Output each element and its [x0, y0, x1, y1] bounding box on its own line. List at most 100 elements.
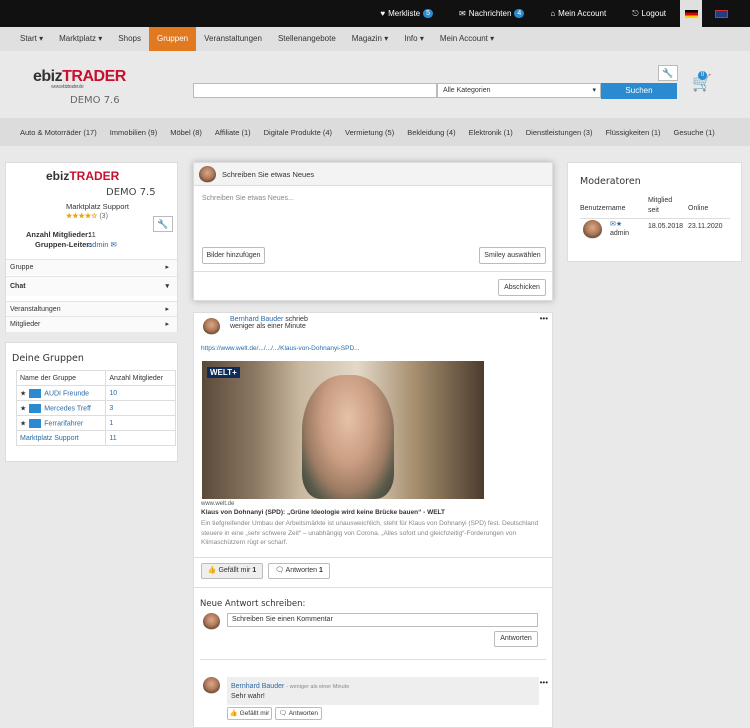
thumbs-up-icon: 👍	[229, 710, 238, 717]
section-veranstaltungen[interactable]: Veranstaltungen ▸	[6, 301, 177, 317]
group-link[interactable]: Ferrarifahrer	[44, 420, 83, 427]
my-groups-title: Deine Gruppen	[12, 353, 84, 364]
category-item[interactable]: Affiliate (1)	[215, 128, 251, 137]
group-link[interactable]: Marktplatz Support	[20, 435, 79, 442]
leader-link[interactable]: admin ✉	[88, 240, 117, 249]
comment-like-button[interactable]: 👍 Gefällt mir	[227, 707, 272, 720]
group-link[interactable]: AUDI Freunde	[44, 390, 89, 397]
watchlist-count: 5	[423, 9, 434, 18]
post-source: www.welt.de	[201, 501, 235, 507]
top-bar: ♥ Merkliste 5 ✉ Nachrichten 4 ⌂ Mein Account …	[0, 0, 750, 27]
logout-link[interactable]: ⎋ Logout	[632, 9, 666, 19]
composer-textarea[interactable]: Schreiben Sie etwas Neues...	[202, 195, 542, 240]
edit-icon[interactable]	[29, 403, 42, 413]
nav-magazin[interactable]: Magazin ▾	[344, 27, 396, 51]
table-row: ★ Mercedes Treff 3	[15, 400, 176, 416]
edit-icon[interactable]	[29, 388, 42, 398]
category-item[interactable]: Auto & Motorräder (17)	[20, 128, 97, 137]
star-icon[interactable]: ★	[20, 405, 26, 412]
table-row: Marktplatz Support 11	[15, 430, 176, 446]
smiley-button[interactable]: Smiley auswählen	[479, 247, 546, 264]
section-gruppe[interactable]: Gruppe ▸	[6, 259, 177, 275]
avatar	[199, 166, 216, 183]
german-flag-button[interactable]	[680, 0, 702, 27]
post-text: Ein tiefgreifender Umbau der Arbeitsmärk…	[201, 520, 539, 546]
like-button[interactable]: 👍 Gefällt mir 1	[201, 563, 263, 579]
group-demo-label: DEMO 7.5	[106, 187, 156, 198]
category-item[interactable]: Flüssigkeiten (1)	[605, 128, 660, 137]
divider	[194, 557, 552, 558]
nav-shops[interactable]: Shops	[110, 27, 149, 51]
comment-bubble: Bernhard Bauder - weniger als einer Minu…	[227, 677, 539, 705]
leader-label: Gruppen-Leiter:	[35, 240, 92, 249]
category-item[interactable]: Möbel (8)	[170, 128, 202, 137]
reply-button[interactable]: Antworten	[494, 631, 538, 647]
nav-info[interactable]: Info ▾	[396, 27, 432, 51]
moderator-link[interactable]: admin	[610, 230, 629, 237]
site-header: ebizTRADER www.ebiztrader.de DEMO 7.6 All…	[0, 51, 750, 118]
section-mitglieder[interactable]: Mitglieder ▸	[6, 316, 177, 332]
chevron-right-icon: ▸	[165, 264, 169, 271]
nav-gruppen[interactable]: Gruppen	[148, 27, 197, 51]
comment-answers-button[interactable]: 🗨 Antworten	[275, 707, 322, 720]
category-item[interactable]: Immobilien (9)	[110, 128, 158, 137]
portrait	[302, 375, 394, 499]
category-select[interactable]: Alle Kategorien ▾	[437, 83, 601, 98]
group-link[interactable]: Mercedes Treff	[44, 405, 91, 412]
post-composer: Schreiben Sie etwas Neues Schreiben Sie …	[193, 162, 553, 301]
wrench-icon[interactable]: 🔧	[658, 65, 678, 81]
english-flag-button[interactable]	[710, 0, 732, 27]
divider	[194, 587, 552, 588]
my-account-link[interactable]: ⌂ Mein Account	[550, 9, 606, 18]
messages-link[interactable]: ✉ Nachrichten 4	[459, 9, 525, 18]
post-title[interactable]: Klaus von Dohnanyi (SPD): „Grüne Ideolog…	[201, 509, 445, 516]
divider	[200, 659, 546, 660]
edit-icon[interactable]	[29, 418, 42, 428]
envelope-icon[interactable]: ✉★	[610, 220, 622, 228]
send-button[interactable]: Abschicken	[498, 279, 546, 296]
chevron-right-icon: ▸	[165, 321, 169, 328]
author-link[interactable]: Bernhard Bauder	[231, 683, 284, 690]
search-input[interactable]	[193, 83, 437, 98]
star-icon[interactable]: ★	[20, 390, 26, 397]
envelope-icon: ✉	[459, 9, 466, 18]
heart-icon: ♥	[380, 9, 386, 18]
post-link[interactable]: https://www.welt.de/.../.../.../Klaus-vo…	[201, 345, 360, 352]
comment-input[interactable]: Schreiben Sie einen Kommentar	[227, 613, 538, 627]
group-info-panel: ebizTRADER DEMO 7.5 Marktplatz Support ★…	[5, 162, 178, 332]
avatar	[203, 677, 220, 694]
more-icon[interactable]: •••	[540, 314, 548, 323]
nav-stellenangebote[interactable]: Stellenangebote	[270, 27, 344, 51]
watchlist-link[interactable]: ♥ Merkliste 5	[380, 9, 434, 18]
site-logo[interactable]: ebizTRADER www.ebiztrader.de	[33, 68, 126, 90]
add-images-button[interactable]: Bilder hinzufügen	[202, 247, 265, 264]
answers-button[interactable]: 🗨 Antworten 1	[268, 563, 330, 579]
members-count: 11	[88, 230, 96, 239]
category-item[interactable]: Bekleidung (4)	[407, 128, 455, 137]
author-link[interactable]: Bernhard Bauder	[230, 316, 283, 323]
home-icon: ⌂	[550, 9, 556, 18]
section-chat[interactable]: Chat ▾	[6, 276, 177, 296]
nav-marktplatz[interactable]: Marktplatz ▾	[51, 27, 110, 51]
my-groups-table: Name der Gruppe Anzahl Mitglieder ★ AUDI F…	[15, 370, 176, 446]
divider	[194, 271, 552, 272]
main-nav: Start ▾ Marktplatz ▾ Shops Gruppen Veran…	[0, 27, 750, 51]
post-image[interactable]: WELT+	[202, 361, 484, 499]
nav-start[interactable]: Start ▾	[12, 27, 51, 51]
category-item[interactable]: Gesuche (1)	[674, 128, 715, 137]
nav-mein-account[interactable]: Mein Account ▾	[432, 27, 502, 51]
category-item[interactable]: Vermietung (5)	[345, 128, 394, 137]
group-rating: ★★★★☆ (3)	[66, 212, 108, 220]
envelope-icon: ✉	[110, 240, 117, 249]
star-icon[interactable]: ★	[20, 420, 26, 427]
more-icon[interactable]: •••	[540, 678, 548, 687]
avatar	[203, 613, 220, 630]
category-bar: Auto & Motorräder (17) Immobilien (9) Mö…	[0, 118, 750, 146]
category-item[interactable]: Dienstleistungen (3)	[526, 128, 593, 137]
rating-count: (3)	[99, 213, 108, 220]
category-item[interactable]: Digitale Produkte (4)	[264, 128, 332, 137]
nav-veranstaltungen[interactable]: Veranstaltungen	[196, 27, 270, 51]
category-item[interactable]: Elektronik (1)	[469, 128, 513, 137]
wrench-icon[interactable]: 🔧	[153, 216, 173, 232]
search-button[interactable]: Suchen	[601, 83, 677, 99]
